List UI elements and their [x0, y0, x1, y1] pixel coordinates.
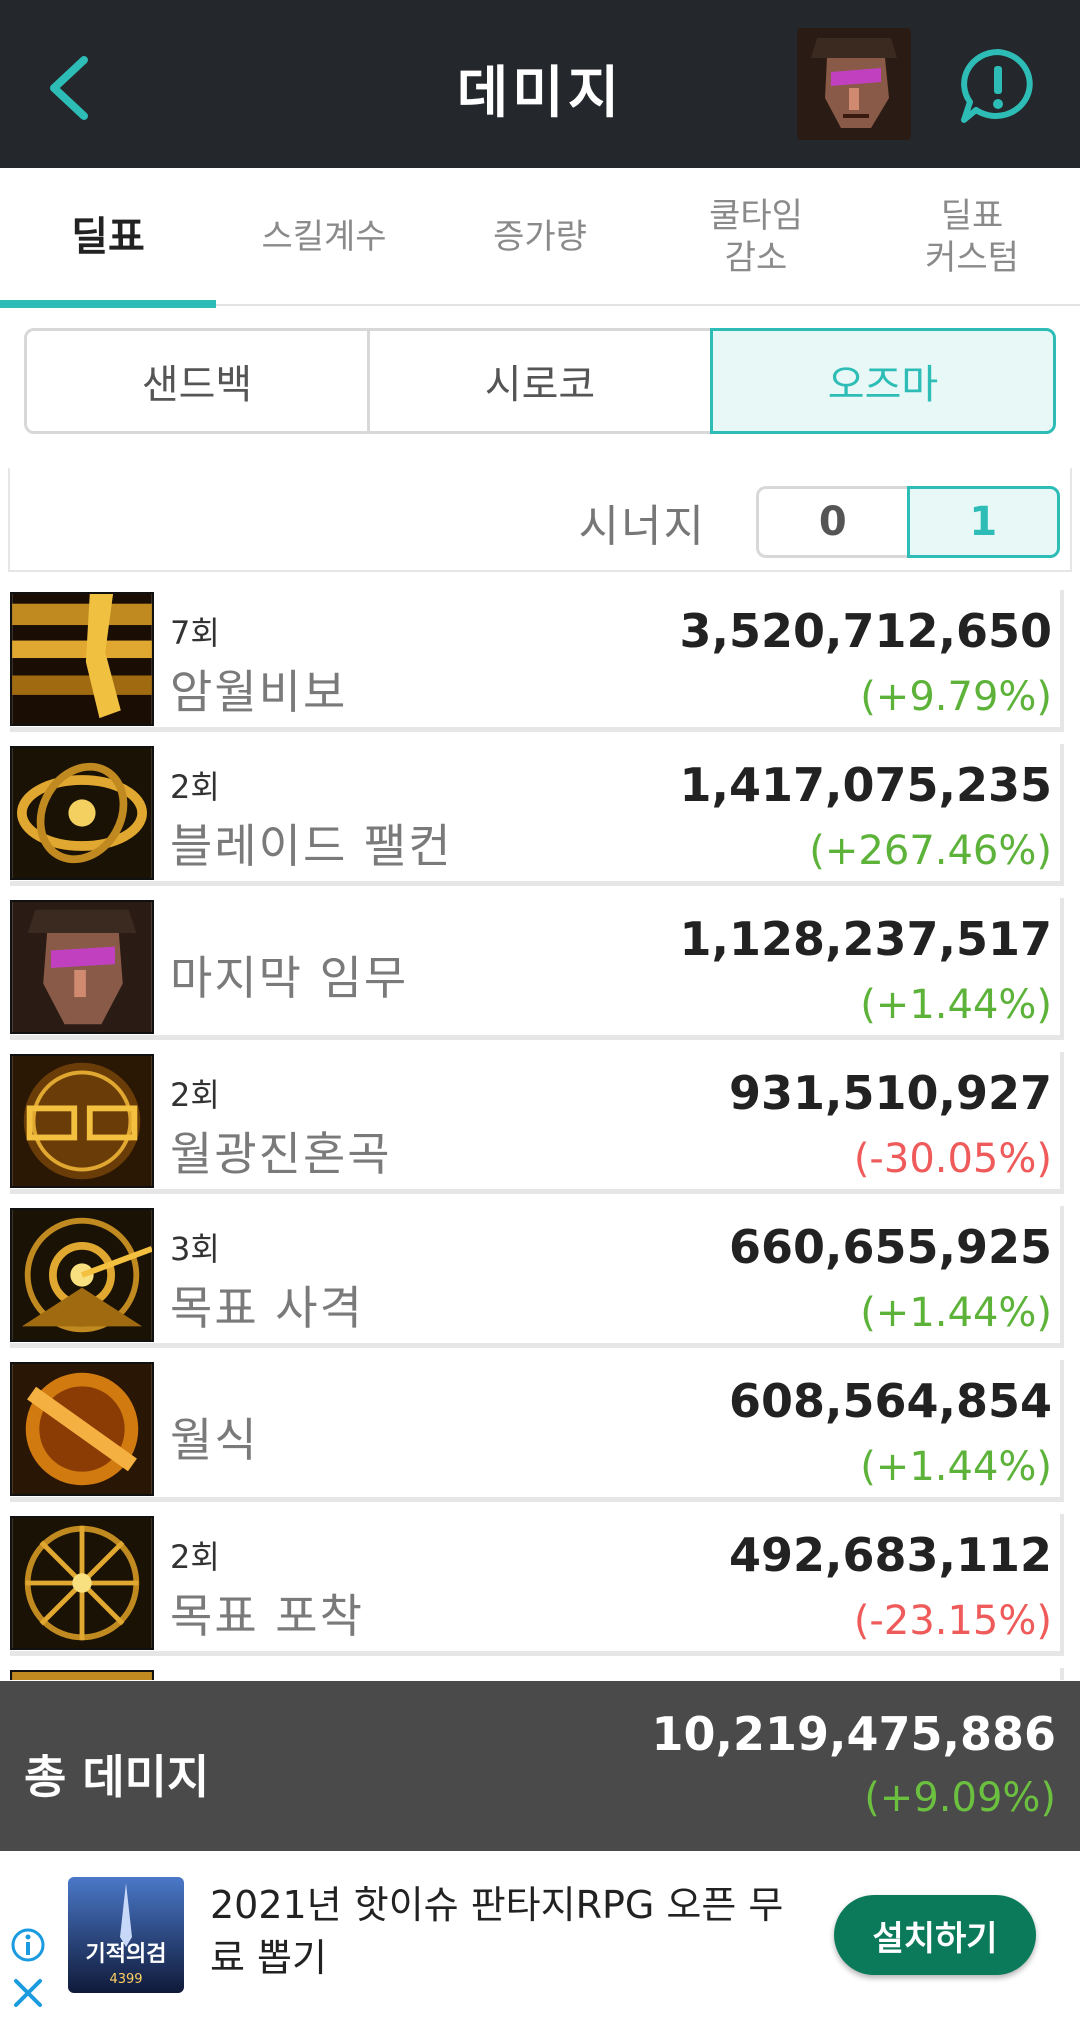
damage-change: (+1.44%) [860, 982, 1052, 1028]
skill-icon-partial [10, 1670, 154, 1680]
skill-icon-target-shot [10, 1208, 154, 1342]
ad-image-sub: 4399 [109, 1972, 142, 1987]
list-item[interactable]: 마지막 임무 1,128,237,517 (+1.44%) [10, 898, 1064, 1040]
report-button[interactable] [958, 46, 1038, 126]
skill-icon-blade-falcon [10, 746, 154, 880]
hit-count: 3회 [170, 1230, 220, 1268]
hit-count: 7회 [170, 614, 220, 652]
tab-deal-table[interactable]: 딜표 [0, 168, 216, 308]
damage-change: (-23.15%) [853, 1598, 1052, 1644]
skill-name: 월식 [170, 1413, 259, 1467]
skill-icon-last-mission [10, 900, 154, 1034]
page-title: 데미지 [456, 61, 624, 126]
synergy-option-0[interactable]: 0 [756, 486, 907, 558]
boss-option-sandbag[interactable]: 샌드백 [24, 328, 370, 434]
list-item[interactable]: 2회 블레이드 팰컨 1,417,075,235 (+267.46%) [10, 744, 1064, 886]
total-damage-bar: 총 데미지 10,219,475,886 (+9.09%) [0, 1681, 1080, 1851]
skill-name: 목표 사격 [170, 1281, 364, 1335]
tab-bar: 딜표 스킬계수 증가량 쿨타임 감소 딜표 커스텀 [0, 168, 1080, 308]
damage-change: (+267.46%) [809, 828, 1052, 874]
skill-damage: 1,128,237,517 [679, 912, 1053, 966]
list-item[interactable]: 월식 608,564,854 (+1.44%) [10, 1360, 1064, 1502]
total-damage-change: (+9.09%) [864, 1775, 1056, 1821]
skill-damage: 608,564,854 [728, 1374, 1052, 1428]
info-icon [11, 1928, 45, 1962]
ad-banner[interactable]: 기적의검 4399 2021년 핫이슈 판타지RPG 오픈 무료 뽑기 설치하기 [0, 1851, 1080, 2019]
skill-damage: 3,520,712,650 [679, 604, 1053, 658]
skill-damage: 660,655,925 [728, 1220, 1052, 1274]
install-button[interactable]: 설치하기 [834, 1895, 1036, 1975]
tab-deal-custom[interactable]: 딜표 커스텀 [864, 168, 1080, 306]
list-item[interactable]: 2회 월광진혼곡 931,510,927 (-30.05%) [10, 1052, 1064, 1194]
synergy-toggle: 0 1 [756, 486, 1060, 558]
skill-damage: 931,510,927 [728, 1066, 1052, 1120]
skill-icon-eclipse [10, 1362, 154, 1496]
damage-change: (+1.44%) [860, 1444, 1052, 1490]
skill-name: 블레이드 팰컨 [170, 819, 453, 873]
skill-damage-list: 7회 암월비보 3,520,712,650 (+9.79%) 2회 블레이드 팰… [10, 590, 1064, 1680]
skill-icon-amwol-bibo [10, 592, 154, 726]
close-icon [14, 1979, 42, 2007]
hit-count: 2회 [170, 768, 220, 806]
boss-selector: 샌드백 시로코 오즈마 [24, 328, 1056, 434]
skill-damage: 1,417,075,235 [679, 758, 1053, 812]
ad-app-icon[interactable]: 기적의검 4399 [68, 1877, 184, 1993]
skill-name: 목표 포착 [170, 1589, 364, 1643]
damage-change: (+9.79%) [860, 674, 1052, 720]
boss-option-ozma[interactable]: 오즈마 [710, 328, 1056, 434]
exclamation-bubble-icon [961, 49, 1033, 123]
avatar-image [797, 28, 911, 140]
tab-cooldown-reduction[interactable]: 쿨타임 감소 [648, 168, 864, 306]
ad-image-title: 기적의검 [86, 1942, 167, 1967]
ad-text[interactable]: 2021년 핫이슈 판타지RPG 오픈 무료 뽑기 [210, 1879, 810, 1985]
list-item[interactable]: 7회 암월비보 3,520,712,650 (+9.79%) [10, 590, 1064, 732]
damage-change: (+1.44%) [860, 1290, 1052, 1336]
tab-skill-coefficient[interactable]: 스킬계수 [216, 168, 432, 306]
synergy-option-1[interactable]: 1 [906, 486, 1060, 558]
app-header: 데미지 [0, 0, 1080, 168]
list-item[interactable]: 2회 목표 포착 492,683,112 (-23.15%) [10, 1514, 1064, 1656]
tab-increase[interactable]: 증가량 [432, 168, 648, 306]
skill-icon-moonlight-requiem [10, 1054, 154, 1188]
skill-name: 마지막 임무 [170, 951, 409, 1005]
skill-damage: 492,683,112 [728, 1528, 1052, 1582]
list-item[interactable]: 3회 목표 사격 660,655,925 (+1.44%) [10, 1206, 1064, 1348]
hit-count: 2회 [170, 1538, 220, 1576]
synergy-row: 시너지 0 1 [8, 468, 1072, 572]
skill-icon-target-lock [10, 1516, 154, 1650]
skill-name: 암월비보 [170, 665, 348, 719]
total-damage-value: 10,219,475,886 [651, 1707, 1057, 1761]
boss-option-siroco[interactable]: 시로코 [370, 328, 710, 434]
synergy-label: 시너지 [578, 501, 706, 552]
total-damage-label: 총 데미지 [24, 1750, 210, 1804]
ad-close-button[interactable] [10, 1975, 46, 2011]
list-item-partial[interactable] [10, 1668, 1064, 1680]
damage-change: (-30.05%) [853, 1136, 1052, 1182]
skill-name: 월광진혼곡 [170, 1127, 392, 1181]
ad-info-button[interactable] [10, 1927, 46, 1963]
character-avatar[interactable] [797, 28, 911, 140]
hit-count: 2회 [170, 1076, 220, 1114]
